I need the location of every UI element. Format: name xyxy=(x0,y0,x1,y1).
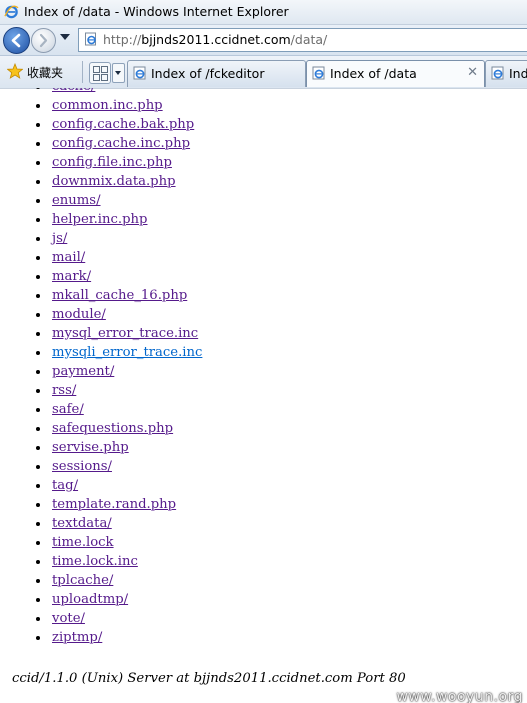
file-link[interactable]: time.lock.inc xyxy=(52,554,138,569)
tab-label: Ind xyxy=(509,66,527,81)
file-link[interactable]: downmix.data.php xyxy=(52,174,176,189)
page-content: cache/common.inc.php config.cache.bak.php… xyxy=(0,88,527,703)
watermark: www.wooyun.org xyxy=(396,689,523,703)
arrow-left-icon xyxy=(11,33,21,48)
file-link[interactable]: cache/ xyxy=(52,88,95,94)
file-link[interactable]: tplcache/ xyxy=(52,573,113,588)
file-link[interactable]: mysql_error_trace.inc xyxy=(52,326,198,341)
favorites-label: 收藏夹 xyxy=(27,66,64,80)
ie-page-icon xyxy=(491,66,504,80)
list-item: servise.php xyxy=(0,438,202,457)
list-item: safe/ xyxy=(0,400,202,419)
list-item: rss/ xyxy=(0,381,202,400)
ie-page-icon xyxy=(133,66,146,80)
list-item: config.file.inc.php xyxy=(0,153,202,172)
address-bar[interactable]: http://bjjnds2011.ccidnet.com/data/ xyxy=(78,28,527,52)
list-item: js/ xyxy=(0,229,202,248)
list-item: mkall_cache_16.php xyxy=(0,286,202,305)
file-link[interactable]: safe/ xyxy=(52,402,84,417)
window-title: Index of /data - Windows Internet Explor… xyxy=(24,4,289,19)
list-item: mark/ xyxy=(0,267,202,286)
url-domain: bjjnds2011.ccidnet.com xyxy=(141,32,291,47)
page-icon xyxy=(85,32,96,46)
file-link[interactable]: payment/ xyxy=(52,364,114,379)
quick-tabs-button[interactable] xyxy=(89,62,111,84)
list-item: cache/ xyxy=(0,88,202,96)
file-link[interactable]: config.file.inc.php xyxy=(52,155,172,170)
star-icon xyxy=(7,63,23,79)
file-link[interactable]: tag/ xyxy=(52,478,78,493)
list-item: mysql_error_trace.inc xyxy=(0,324,202,343)
url-scheme: http:// xyxy=(103,32,142,47)
file-link[interactable]: textdata/ xyxy=(52,516,112,531)
list-item: uploadtmp/ xyxy=(0,590,202,609)
list-item: helper.inc.php xyxy=(0,210,202,229)
list-item: config.cache.inc.php xyxy=(0,134,202,153)
file-link[interactable]: config.cache.bak.php xyxy=(52,117,194,132)
tab-fckeditor[interactable]: Index of /fckeditor xyxy=(127,60,306,87)
file-link[interactable]: mysqli_error_trace.inc xyxy=(52,345,202,360)
file-list: cache/common.inc.php config.cache.bak.php… xyxy=(0,88,202,647)
file-link[interactable]: common.inc.php xyxy=(52,98,163,113)
file-link[interactable]: mkall_cache_16.php xyxy=(52,288,187,303)
title-bar: Index of /data - Windows Internet Explor… xyxy=(0,0,527,25)
ie-page-icon xyxy=(312,66,325,80)
tab-bar: 收藏夹 Index of /fckeditor Index of /data ✕ xyxy=(0,56,527,89)
tab-label: Index of /data xyxy=(330,66,417,81)
list-item: tag/ xyxy=(0,476,202,495)
file-link[interactable]: js/ xyxy=(52,231,67,246)
url-path: /data/ xyxy=(290,32,328,47)
list-item: sessions/ xyxy=(0,457,202,476)
back-button[interactable] xyxy=(3,27,30,54)
toolbar-separator xyxy=(82,61,83,83)
forward-button[interactable] xyxy=(31,28,56,53)
file-link[interactable]: uploadtmp/ xyxy=(52,592,128,607)
file-link[interactable]: mark/ xyxy=(52,269,91,284)
file-link[interactable]: config.cache.inc.php xyxy=(52,136,190,151)
tab-list-dropdown[interactable] xyxy=(112,63,125,83)
list-item: safequestions.php xyxy=(0,419,202,438)
file-link[interactable]: ziptmp/ xyxy=(52,630,102,645)
list-item: mail/ xyxy=(0,248,202,267)
list-item: ziptmp/ xyxy=(0,628,202,647)
recent-pages-dropdown[interactable] xyxy=(60,34,70,40)
arrow-right-icon xyxy=(39,33,48,48)
close-tab-icon[interactable]: ✕ xyxy=(467,65,478,80)
list-item: mysqli_error_trace.inc xyxy=(0,343,202,362)
tab-data[interactable]: Index of /data ✕ xyxy=(306,60,485,87)
ie-logo-icon xyxy=(4,5,19,19)
address-url[interactable]: http://bjjnds2011.ccidnet.com/data/ xyxy=(103,32,327,47)
file-link[interactable]: safequestions.php xyxy=(52,421,173,436)
server-signature: ccid/1.1.0 (Unix) Server at bjjnds2011.c… xyxy=(12,671,406,686)
file-link[interactable]: time.lock xyxy=(52,535,114,550)
list-item: downmix.data.php xyxy=(0,172,202,191)
list-item: template.rand.php xyxy=(0,495,202,514)
list-item: payment/ xyxy=(0,362,202,381)
list-item: config.cache.bak.php xyxy=(0,115,202,134)
file-link[interactable]: helper.inc.php xyxy=(52,212,147,227)
navigation-bar: http://bjjnds2011.ccidnet.com/data/ xyxy=(0,25,527,56)
file-link[interactable]: servise.php xyxy=(52,440,129,455)
file-link[interactable]: vote/ xyxy=(52,611,85,626)
file-link[interactable]: mail/ xyxy=(52,250,85,265)
tab-label: Index of /fckeditor xyxy=(151,66,265,81)
file-link[interactable]: module/ xyxy=(52,307,106,322)
list-item: vote/ xyxy=(0,609,202,628)
list-item: tplcache/ xyxy=(0,571,202,590)
file-link[interactable]: enums/ xyxy=(52,193,101,208)
list-item: enums/ xyxy=(0,191,202,210)
list-item: time.lock.inc xyxy=(0,552,202,571)
list-item: time.lock xyxy=(0,533,202,552)
file-link[interactable]: template.rand.php xyxy=(52,497,176,512)
file-link[interactable]: rss/ xyxy=(52,383,76,398)
list-item: textdata/ xyxy=(0,514,202,533)
tab-third[interactable]: Ind xyxy=(485,60,527,87)
list-item: module/ xyxy=(0,305,202,324)
list-item: common.inc.php xyxy=(0,96,202,115)
file-link[interactable]: sessions/ xyxy=(52,459,112,474)
